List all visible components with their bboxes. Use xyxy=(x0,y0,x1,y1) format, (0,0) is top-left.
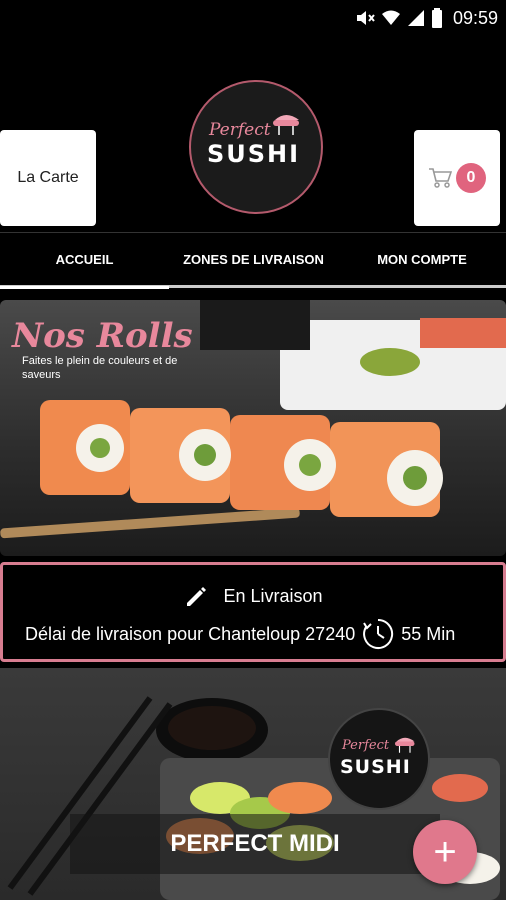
logo-perfect-text: Perfect xyxy=(209,120,271,140)
delivery-duration: 55 Min xyxy=(401,623,456,644)
cart-button[interactable]: 0 xyxy=(414,130,500,226)
perfect-midi-card[interactable]: Perfect SUSHI PERFECT MIDI + xyxy=(0,668,506,900)
tab-accueil[interactable]: ACCUEIL xyxy=(0,233,169,289)
delivery-delay-row: Délai de livraison pour Chanteloup 27240… xyxy=(25,617,455,651)
delivery-delay-text: Délai de livraison pour Chanteloup 27240 xyxy=(25,623,356,644)
delivery-mode-row: En Livraison xyxy=(3,583,503,609)
tab-mon-compte-label: MON COMPTE xyxy=(377,252,467,267)
signal-icon xyxy=(407,10,424,26)
wifi-icon xyxy=(381,10,400,25)
tab-zones-label: ZONES DE LIVRAISON xyxy=(183,252,324,267)
sushi-graphic-icon xyxy=(273,115,299,135)
app-header: La Carte Perfect SUSHI 0 xyxy=(0,36,506,232)
la-carte-button[interactable]: La Carte xyxy=(0,130,96,226)
delivery-info-box[interactable]: En Livraison Délai de livraison pour Cha… xyxy=(0,562,506,662)
tab-mon-compte[interactable]: MON COMPTE xyxy=(338,233,506,286)
card-logo-sushi: SUSHI xyxy=(340,756,411,778)
banner-title: Nos Rolls xyxy=(12,316,193,356)
la-carte-label: La Carte xyxy=(17,169,79,186)
logo-sushi-text: SUSHI xyxy=(207,140,301,168)
status-bar: 09:59 xyxy=(0,0,506,36)
perfect-sushi-logo: Perfect SUSHI xyxy=(189,80,323,214)
status-icons: 09:59 xyxy=(355,6,498,30)
tab-zones-de-livraison[interactable]: ZONES DE LIVRAISON xyxy=(169,233,338,286)
status-time: 09:59 xyxy=(452,7,498,28)
plus-icon: + xyxy=(433,829,457,874)
add-button[interactable]: + xyxy=(413,820,477,884)
rolls-banner[interactable]: Nos Rolls Faites le plein de couleurs et… xyxy=(0,300,506,556)
cart-count-badge: 0 xyxy=(456,163,486,193)
pencil-icon[interactable] xyxy=(183,583,209,609)
delivery-mode-text: En Livraison xyxy=(223,585,323,606)
main-nav: ACCUEIL ZONES DE LIVRAISON MON COMPTE xyxy=(0,232,506,289)
sushi-graphic-icon xyxy=(395,737,415,753)
cart-icon xyxy=(429,168,452,188)
card-logo: Perfect SUSHI xyxy=(328,708,430,810)
clock-icon xyxy=(363,618,394,649)
banner-subtitle: Faites le plein de couleurs et de saveur… xyxy=(22,355,178,381)
tab-accueil-label: ACCUEIL xyxy=(55,252,114,267)
card-logo-perfect: Perfect xyxy=(342,738,390,753)
battery-icon xyxy=(431,8,442,28)
card-title: PERFECT MIDI xyxy=(70,814,440,874)
mute-icon xyxy=(356,11,375,25)
